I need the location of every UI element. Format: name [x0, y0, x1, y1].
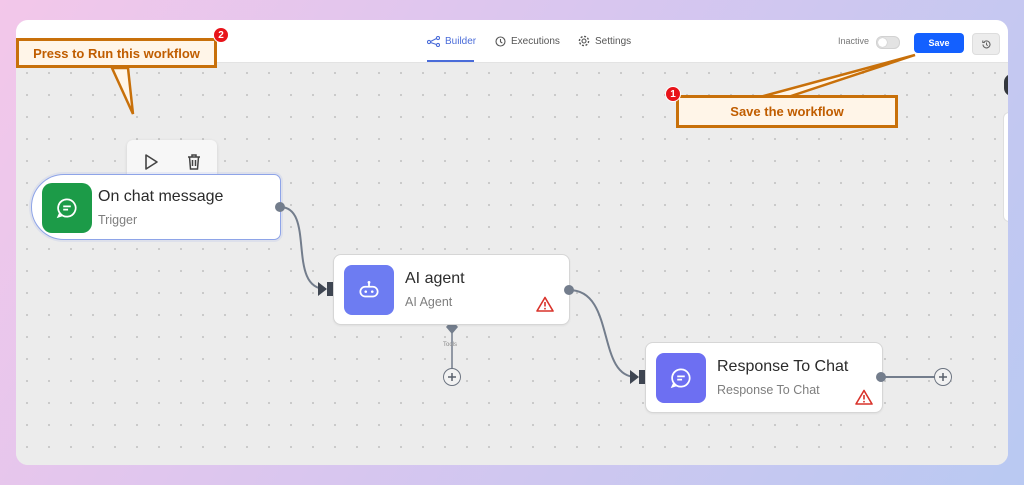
- history-icon: [981, 39, 990, 48]
- active-tab-indicator: [427, 60, 474, 62]
- tab-settings[interactable]: Settings: [578, 33, 631, 49]
- add-tool-button[interactable]: [443, 368, 461, 386]
- plus-icon: [939, 373, 947, 381]
- history-button[interactable]: [972, 33, 1000, 55]
- clock-icon: [495, 35, 506, 47]
- warning-icon: [536, 296, 554, 312]
- chat-icon: [656, 353, 706, 403]
- node-subtitle: AI Agent: [405, 295, 453, 309]
- save-workflow-callout: Save the workflow: [676, 95, 898, 128]
- agent-input-arrow: [318, 282, 327, 296]
- trigger-output-handle[interactable]: [275, 202, 285, 212]
- trash-icon: [188, 154, 200, 170]
- tab-label: Settings: [595, 35, 632, 47]
- play-icon: [145, 154, 158, 170]
- tools-label: Tools: [443, 342, 458, 348]
- callout-text: Save the workflow: [730, 104, 844, 119]
- node-on-chat-message[interactable]: On chat message Trigger: [31, 174, 281, 240]
- node-title: On chat message: [98, 188, 224, 205]
- add-node-button[interactable]: [934, 368, 952, 386]
- editor-window: On chat message Trigger AI agent AI Agen…: [16, 20, 1008, 465]
- chat-icon: [42, 183, 92, 233]
- warning-icon: [855, 389, 873, 405]
- node-ai-agent[interactable]: AI agent AI Agent: [333, 254, 570, 325]
- tab-executions[interactable]: Executions: [495, 33, 560, 49]
- connector-trigger-agent: [279, 206, 327, 290]
- callout-badge: 1: [665, 86, 681, 102]
- tab-label: Builder: [445, 35, 477, 47]
- run-workflow-callout: Press to Run this workflow: [16, 38, 217, 68]
- node-response-to-chat[interactable]: Response To Chat Response To Chat: [645, 342, 883, 413]
- tab-label: Executions: [511, 35, 560, 47]
- run-workflow-button[interactable]: [138, 149, 164, 175]
- tab-builder[interactable]: Builder: [427, 33, 476, 49]
- plus-icon: [448, 373, 456, 381]
- callout-text: Press to Run this workflow: [33, 45, 200, 61]
- response-input-arrow: [630, 370, 639, 384]
- workflow-icon: [427, 35, 440, 47]
- agent-output-handle[interactable]: [564, 285, 574, 295]
- delete-node-button[interactable]: [181, 149, 207, 175]
- robot-icon: [344, 265, 394, 315]
- node-subtitle: Trigger: [98, 213, 138, 227]
- active-toggle[interactable]: [876, 36, 900, 49]
- gear-icon: [578, 35, 590, 47]
- toggle-knob: [878, 38, 887, 47]
- connector-agent-response: [568, 289, 637, 378]
- response-output-handle[interactable]: [876, 372, 886, 382]
- save-button[interactable]: Save: [914, 33, 964, 53]
- workflow-status-label: Inactive: [838, 36, 870, 46]
- side-panel: [1003, 112, 1008, 222]
- node-title: Response To Chat: [717, 358, 849, 375]
- node-subtitle: Response To Chat: [717, 383, 820, 397]
- callout-badge: 2: [213, 27, 229, 43]
- node-title: AI agent: [405, 270, 465, 287]
- panel-toggle-button[interactable]: [1004, 74, 1008, 96]
